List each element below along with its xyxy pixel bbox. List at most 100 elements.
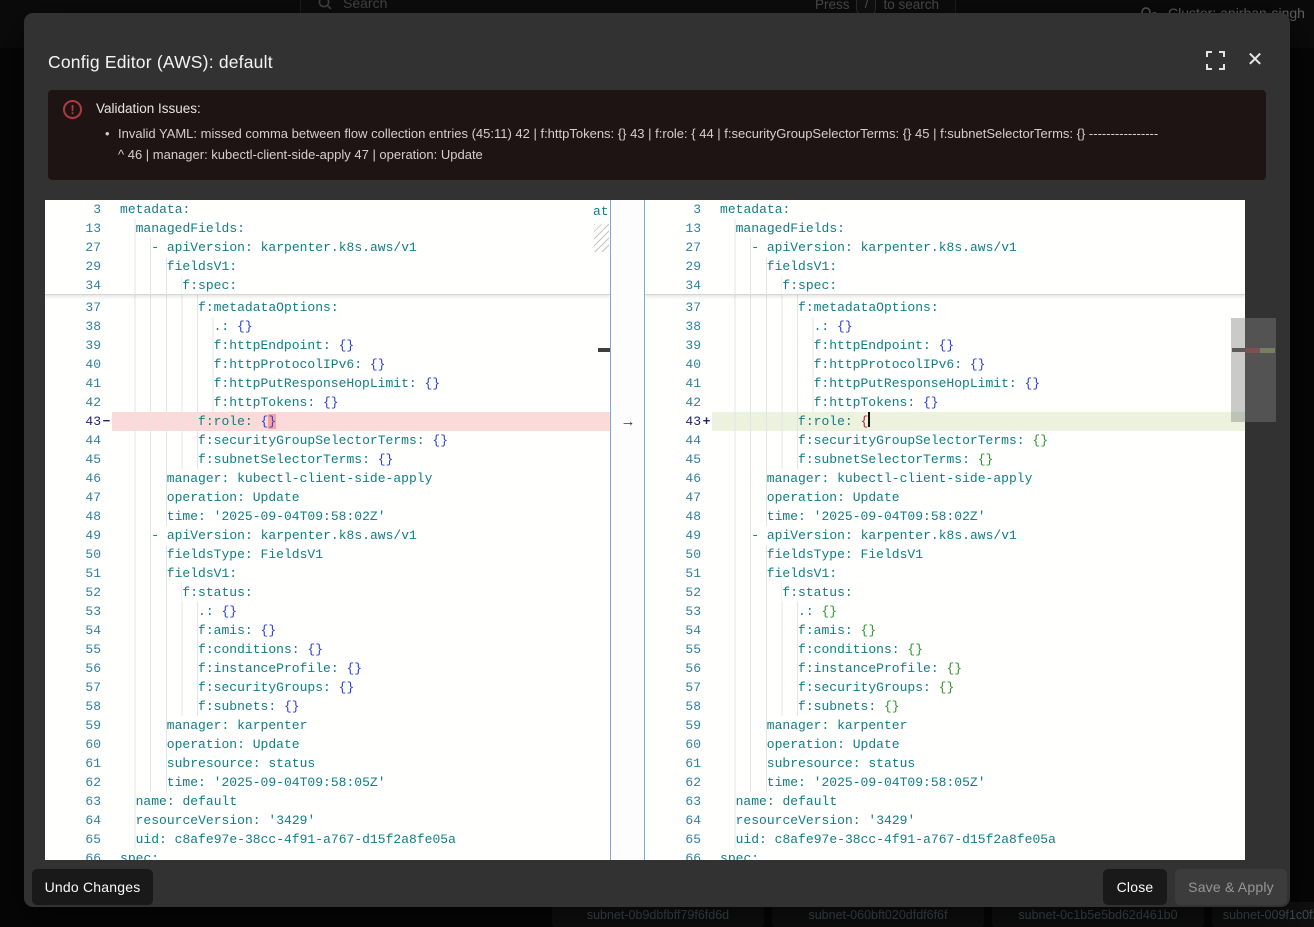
code-line: 45f:subnetSelectorTerms: {} <box>45 450 610 469</box>
code-line: 60operation: Update <box>645 735 1245 754</box>
revert-change-arrow[interactable]: → <box>618 412 638 431</box>
bracket: } <box>978 357 986 372</box>
error-icon: ! <box>63 100 82 119</box>
code-line: 13managedFields: <box>45 219 610 238</box>
code-line: 59manager: karpenter <box>645 716 1245 735</box>
bracket: } <box>986 452 994 467</box>
bracket: } <box>946 338 954 353</box>
scrollbar-mark <box>598 348 610 352</box>
bracket: } <box>931 395 939 410</box>
code-line: 38.: {} <box>645 317 1245 336</box>
bracket: { <box>354 295 362 296</box>
code-line: 29fieldsV1: <box>645 257 1245 276</box>
code-line: 47operation: Update <box>45 488 610 507</box>
close-button[interactable]: Close <box>1103 869 1167 905</box>
code-line: 59manager: karpenter <box>45 716 610 735</box>
code-line: 51fieldsV1: <box>645 564 1245 583</box>
code-line: 44f:securityGroupSelectorTerms: {} <box>645 431 1245 450</box>
code-line: 42f:httpTokens: {} <box>45 393 610 412</box>
bracket: } <box>868 623 876 638</box>
bracket: } <box>440 433 448 448</box>
code-line: 51fieldsV1: <box>45 564 610 583</box>
bracket: } <box>1040 433 1048 448</box>
bracket: } <box>378 357 386 372</box>
bracket: } <box>1032 376 1040 391</box>
bracket: } <box>362 295 370 296</box>
sticky-scroll-header: 3metadata:13managedFields:27- apiVersion… <box>645 200 1245 295</box>
diff-gutter: → <box>610 200 645 860</box>
close-dialog-button[interactable]: ✕ <box>1237 42 1273 78</box>
fullscreen-icon <box>1206 51 1225 70</box>
bracket: } <box>386 452 394 467</box>
code-line: 65uid: c8afe97e-38cc-4f91-a767-d15f2a8fe… <box>645 830 1245 849</box>
code-line: 39f:httpEndpoint: {} <box>645 336 1245 355</box>
code-line: 60operation: Update <box>45 735 610 754</box>
code-line: 54f:amis: {} <box>645 621 1245 640</box>
code-line: 38.: {} <box>45 317 610 336</box>
bracket: { <box>370 357 378 372</box>
bracket: } <box>432 376 440 391</box>
code-line: 44f:securityGroupSelectorTerms: {} <box>45 431 610 450</box>
bracket: } <box>331 395 339 410</box>
bracket: } <box>346 680 354 695</box>
bracket: { <box>284 699 292 714</box>
bullet: • <box>105 123 110 144</box>
code-line: 50fieldsType: FieldsV1 <box>645 545 1245 564</box>
yaml-diff-editor[interactable]: 3metadata:13managedFields:27- apiVersion… <box>45 200 1245 860</box>
bracket: } <box>268 623 276 638</box>
code-line: 62time: '2025-09-04T09:58:05Z' <box>645 773 1245 792</box>
code-line: 66spec: <box>45 849 610 860</box>
undo-changes-button[interactable]: Undo Changes <box>32 869 153 905</box>
bracket: } <box>892 699 900 714</box>
code-line: 62time: '2025-09-04T09:58:05Z' <box>45 773 610 792</box>
bracket: } <box>954 661 962 676</box>
save-apply-button[interactable]: Save & Apply <box>1175 869 1287 905</box>
text-cursor <box>868 412 870 427</box>
scrollbar-slider[interactable] <box>1231 318 1276 422</box>
code-line: 43+f:role: { <box>645 412 1245 431</box>
bracket: { <box>923 395 931 410</box>
validation-banner: ! Validation Issues: • Invalid YAML: mis… <box>48 90 1266 180</box>
close-icon: ✕ <box>1247 50 1264 70</box>
code-line: 65uid: c8afe97e-38cc-4f91-a767-d15f2a8fe… <box>45 830 610 849</box>
code-line: 3metadata: <box>45 200 610 219</box>
bracket: } <box>245 319 253 334</box>
code-line: 27- apiVersion: karpenter.k8s.aws/v1 <box>45 238 610 257</box>
diff-original-pane[interactable]: 3metadata:13managedFields:27- apiVersion… <box>45 200 610 860</box>
code-line: 57f:securityGroups: {} <box>45 678 610 697</box>
code-line: 57f:securityGroups: {} <box>645 678 1245 697</box>
code-line: 53.: {} <box>645 602 1245 621</box>
code-line: 34f:spec: <box>645 276 1245 295</box>
fullscreen-button[interactable] <box>1197 42 1233 78</box>
code-line: 64resourceVersion: '3429' <box>645 811 1245 830</box>
diff-diagonal-fill <box>594 224 609 252</box>
code-line: 27- apiVersion: karpenter.k8s.aws/v1 <box>645 238 1245 257</box>
code-line: 37f:metadataOptions: <box>645 298 1245 317</box>
bracket: } <box>315 642 323 657</box>
diff-modified-pane[interactable]: 3metadata:13managedFields:27- apiVersion… <box>645 200 1245 860</box>
bracket: { <box>978 452 986 467</box>
bracket: { <box>884 699 892 714</box>
code-line: 48time: '2025-09-04T09:58:02Z' <box>645 507 1245 526</box>
code-line: 29fieldsV1: <box>45 257 610 276</box>
code-line: 63name: default <box>45 792 610 811</box>
bracket: { <box>323 395 331 410</box>
bracket: } <box>845 319 853 334</box>
code-line: 52f:status: <box>645 583 1245 602</box>
code-line: 48time: '2025-09-04T09:58:02Z' <box>45 507 610 526</box>
code-line: 49- apiVersion: karpenter.k8s.aws/v1 <box>45 526 610 545</box>
code-line: 3metadata: <box>645 200 1245 219</box>
code-line: 49- apiVersion: karpenter.k8s.aws/v1 <box>645 526 1245 545</box>
code-line: 46manager: kubectl-client-side-apply <box>45 469 610 488</box>
code-line: 37f:metadataOptions: <box>45 298 610 317</box>
bracket: { <box>378 452 386 467</box>
code-line: 54f:amis: {} <box>45 621 610 640</box>
code-line: 61subresource: status <box>645 754 1245 773</box>
validation-title: Validation Issues: <box>96 101 201 116</box>
bracket: } <box>962 295 970 296</box>
bracket: } <box>346 338 354 353</box>
clipped-text-fragment: at <box>593 204 609 219</box>
bracket: { <box>837 319 845 334</box>
bracket: } <box>268 414 276 429</box>
bracket: { <box>954 295 962 296</box>
